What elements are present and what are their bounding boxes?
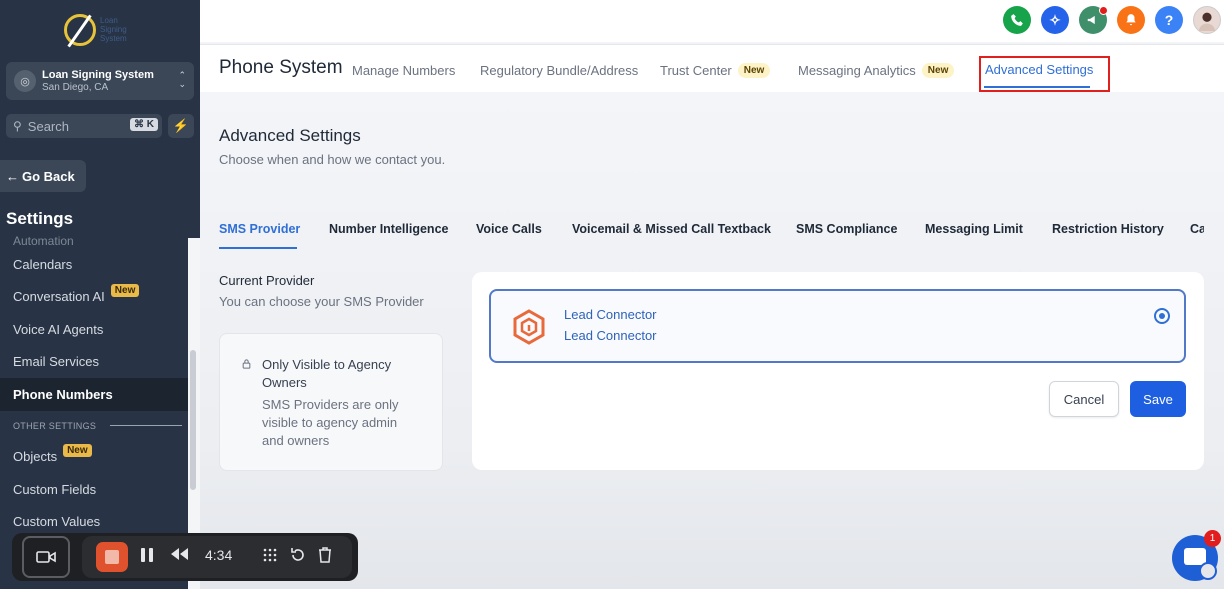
location-icon: ◎ [14,70,36,92]
subtab-messaging-limit[interactable]: Messaging Limit [925,222,1023,236]
save-button[interactable]: Save [1130,381,1186,417]
recording-time: 4:34 [205,547,233,563]
current-provider-title: Current Provider [219,273,315,288]
provider-subname: Lead Connector [564,328,657,343]
advanced-settings-content: Advanced Settings Choose when and how we… [200,92,1224,589]
tab-trust-center[interactable]: Trust Center New [660,63,771,78]
search-icon: ⚲ [13,119,22,133]
avatar[interactable] [1193,6,1221,34]
notice-title: Only Visible to Agency Owners [262,357,392,390]
subtab-sms-provider[interactable]: SMS Provider [219,222,300,236]
subtab-number-intelligence[interactable]: Number Intelligence [329,222,448,236]
tab-regulatory-bundle[interactable]: Regulatory Bundle/Address [480,63,638,78]
notification-dot [1099,6,1108,15]
subtab-voice-calls[interactable]: Voice Calls [476,222,542,236]
notice-body: SMS Providers are only visible to agency… [262,397,399,448]
account-name: Loan Signing System [42,69,154,81]
megaphone-icon[interactable] [1079,6,1108,34]
settings-heading: Settings [6,209,74,228]
top-bar: ✧ ? [200,0,1224,42]
sidebar-item-conversation-ai[interactable]: Conversation AI New [0,281,188,314]
agency-owner-notice: Only Visible to Agency Owners SMS Provid… [219,333,443,471]
go-back-button[interactable]: ← Go Back [0,160,86,192]
provider-card: Lead Connector Lead Connector Cancel Sav… [472,272,1204,470]
help-icon[interactable]: ? [1155,6,1183,34]
cancel-button[interactable]: Cancel [1049,381,1119,417]
current-provider-subtitle: You can choose your SMS Provider [219,294,424,309]
section-title: Advanced Settings [219,126,361,145]
tab-messaging-analytics[interactable]: Messaging Analytics New [798,63,955,78]
settings-nav: Automation Calendars Conversation AI New … [0,228,188,538]
trash-icon[interactable] [318,547,332,566]
chat-unread-badge: 1 [1204,530,1221,547]
camera-icon[interactable] [22,536,70,578]
page-title: Phone System [219,57,343,78]
subtab-voicemail-missed-call[interactable]: Voicemail & Missed Call Textback [572,222,771,236]
sidebar-scrollbar[interactable] [190,350,196,490]
subtab-truncated[interactable]: Ca [1190,222,1204,236]
new-badge: New [737,63,771,78]
sidebar-item-calendars[interactable]: Calendars [0,248,188,281]
account-location: San Diego, CA [42,82,109,93]
quick-action-bolt-icon[interactable]: ⚡ [168,114,194,138]
subtab-restriction-history[interactable]: Restriction History [1052,222,1164,236]
sidebar: Loan Signing System ◎ Loan Signing Syste… [0,0,200,589]
lead-connector-logo-icon [511,309,547,345]
new-badge: New [63,444,92,458]
section-other-settings: OTHER SETTINGS [0,411,188,441]
new-badge: New [921,63,955,78]
sidebar-item-automation[interactable]: Automation [0,228,188,248]
subtab-sms-compliance[interactable]: SMS Compliance [796,222,897,236]
sidebar-item-custom-fields[interactable]: Custom Fields [0,473,188,506]
phone-icon[interactable] [1003,6,1031,34]
shortcut-hint: ⌘ K [130,118,158,131]
section-subtitle: Choose when and how we contact you. [219,152,446,167]
chevron-updown-icon: ⌃ ⌄ [178,70,186,89]
sidebar-item-phone-numbers[interactable]: Phone Numbers [0,378,188,411]
sidebar-item-email-services[interactable]: Email Services [0,346,188,379]
sidebar-item-voice-ai-agents[interactable]: Voice AI Agents [0,313,188,346]
tab-manage-numbers[interactable]: Manage Numbers [352,63,455,78]
new-badge: New [110,284,140,298]
provider-name: Lead Connector [564,307,657,322]
provider-option-lead-connector[interactable]: Lead Connector Lead Connector [489,289,1186,363]
rewind-icon[interactable] [169,547,189,564]
restart-icon[interactable] [290,547,306,566]
arrow-left-icon: ← [6,168,19,184]
active-subtab-underline [219,247,297,249]
highlight-box [979,56,1110,92]
grid-dots-icon[interactable] [262,547,278,566]
recording-toolbar: 4:34 [12,533,358,581]
pause-icon[interactable] [140,547,154,566]
logo: Loan Signing System [62,12,142,50]
provider-radio[interactable] [1154,308,1170,324]
sidebar-item-objects[interactable]: Objects New [0,441,188,474]
bell-icon[interactable] [1117,6,1145,34]
stop-recording-button[interactable] [96,542,128,572]
search-input[interactable]: ⚲ Search ⌘ K [6,114,162,138]
recording-controls: 4:34 [82,536,352,578]
account-switcher[interactable]: ◎ Loan Signing System San Diego, CA ⌃ ⌄ [6,62,194,100]
lock-icon [242,359,251,372]
sparkle-icon[interactable]: ✧ [1041,6,1069,34]
